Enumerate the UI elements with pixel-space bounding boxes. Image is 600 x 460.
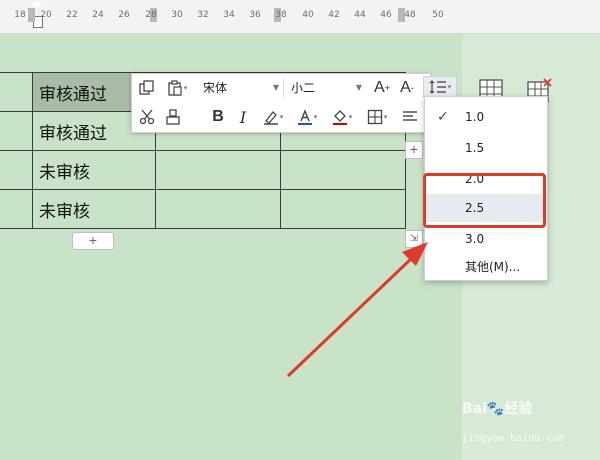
- annotation-arrow-icon: [286, 242, 428, 378]
- watermark-brand: Bai🐾经验: [462, 401, 533, 417]
- watermark-url: jingyan.baidu.com: [462, 433, 565, 444]
